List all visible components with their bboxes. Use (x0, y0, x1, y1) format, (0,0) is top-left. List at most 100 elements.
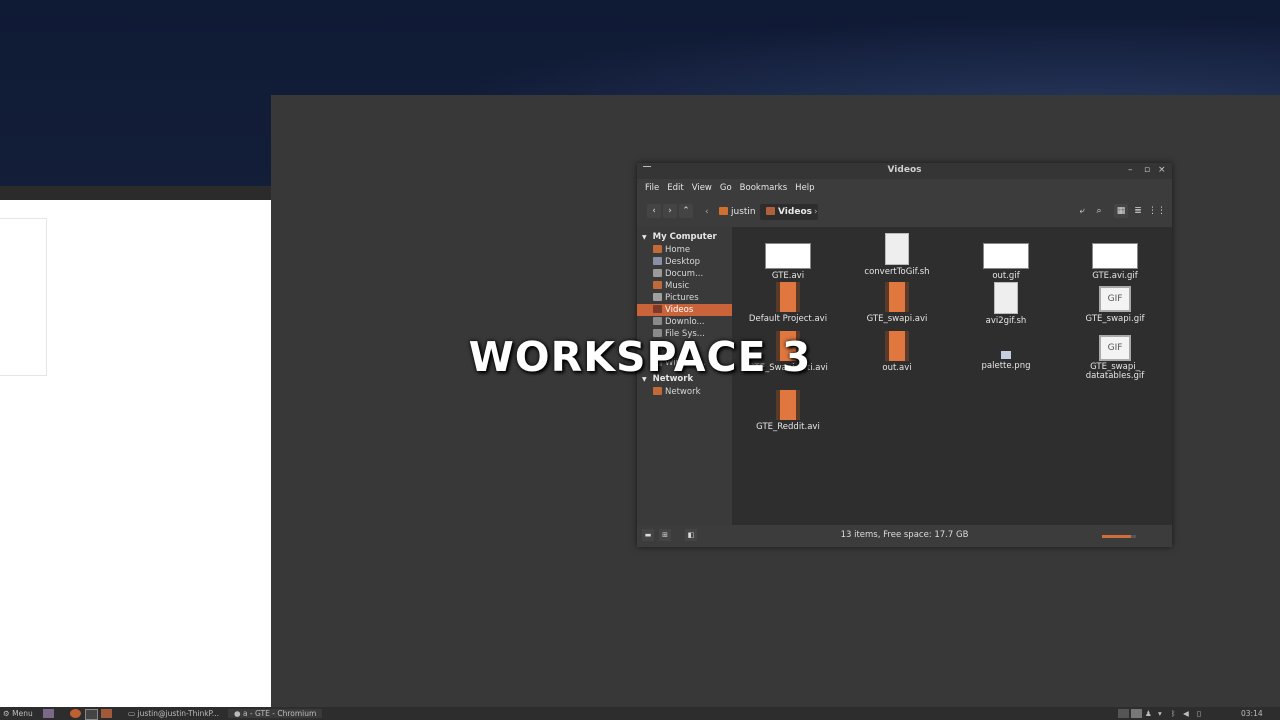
background-window-tab (271, 95, 441, 135)
network-status-icon[interactable]: ▾ (1158, 709, 1162, 718)
desktop-icon (653, 257, 662, 265)
compact-view-icon[interactable]: ⋮⋮ (1148, 204, 1166, 218)
file-name: GTE_Reddit.avi (756, 422, 820, 432)
file-name: avi2gif.sh (985, 316, 1027, 326)
taskbar-window-chromium[interactable]: ● a - GTE - Chromium (228, 709, 323, 718)
file-item[interactable]: GIF GTE_swapi.gif (1065, 282, 1165, 324)
file-item[interactable]: out.gif (956, 233, 1056, 281)
workspace-switcher-icon[interactable] (1131, 709, 1142, 718)
firefox-icon[interactable] (70, 709, 81, 718)
minimize-icon[interactable]: – (1128, 165, 1133, 175)
network-icon (653, 387, 662, 395)
file-item[interactable]: avi2gif.sh (956, 282, 1056, 326)
home-icon (653, 245, 662, 253)
window-titlebar[interactable]: Videos – ▫ × (637, 163, 1172, 179)
window-label: a - GTE - Chromium (242, 709, 317, 718)
sidebar-item-videos[interactable]: Videos (637, 304, 732, 316)
bluetooth-icon[interactable]: ᛒ (1171, 709, 1176, 718)
taskbar-window-terminal[interactable]: ▭ justin@justin-ThinkP... (128, 709, 219, 718)
documents-icon (653, 269, 662, 277)
video-file-icon (885, 282, 909, 312)
sidebar-section-label: My Computer (652, 232, 717, 242)
sidebar-item-home[interactable]: Home (637, 244, 732, 256)
menu-view[interactable]: View (688, 183, 716, 193)
videos-icon (653, 305, 662, 313)
sidebar-item-label: Network (665, 387, 701, 397)
close-icon[interactable]: × (1158, 165, 1166, 175)
sidebar-item-downloads[interactable]: Downlo... (637, 316, 732, 328)
maximize-icon[interactable]: ▫ (1144, 165, 1150, 175)
menu-label: Menu (12, 709, 33, 718)
workspace-switcher-icon[interactable] (1118, 709, 1129, 718)
file-item[interactable]: GTE.avi (738, 233, 838, 281)
file-name: convertToGif.sh (864, 267, 930, 277)
menu-file[interactable]: File (641, 183, 663, 193)
text-file-icon (994, 282, 1018, 314)
file-name: GTE.avi (771, 271, 805, 281)
file-item[interactable]: GTE_Reddit.avi (738, 390, 838, 432)
gif-thumbnail (1092, 243, 1138, 269)
sidebar-item-pictures[interactable]: Pictures (637, 292, 732, 304)
videos-folder-icon (766, 207, 775, 215)
zoom-slider[interactable] (1102, 535, 1136, 538)
sidebar-item-label: Videos (665, 305, 694, 315)
file-name: GTE_swapi.gif (1085, 314, 1145, 324)
terminal-icon[interactable] (85, 709, 98, 720)
workspace-overlay: WORKSPACE 3 (468, 333, 812, 381)
pictures-icon (653, 293, 662, 301)
sidebar-item-label: Home (665, 245, 691, 255)
search-icon[interactable]: ⌕ (1092, 204, 1106, 218)
sidebar-item-label: Downlo... (665, 317, 705, 327)
show-desktop-icon[interactable] (43, 709, 54, 718)
battery-icon[interactable]: ▯ (1197, 709, 1201, 718)
sidebar-item-documents[interactable]: Docum... (637, 268, 732, 280)
menu-go[interactable]: Go (716, 183, 736, 193)
menu-bookmarks[interactable]: Bookmarks (736, 183, 792, 193)
breadcrumb-videos[interactable]: Videos (760, 204, 818, 220)
toggle-location-icon[interactable]: ⤶ (1075, 204, 1089, 218)
status-bar: ▬ ⊞ ◧ 13 items, Free space: 17.7 GB (637, 525, 1172, 547)
sidebar-item-label: Docum... (665, 269, 704, 279)
file-name: GTE.avi.gif (1092, 271, 1138, 281)
list-view-icon[interactable]: ≣ (1131, 204, 1145, 218)
icon-view-icon[interactable]: ▦ (1114, 204, 1128, 218)
start-menu-button[interactable]: ⚙ Menu (3, 709, 33, 718)
up-button[interactable]: ⌃ (679, 204, 693, 218)
file-name: Default Project.avi (748, 314, 828, 324)
menu-edit[interactable]: Edit (663, 183, 687, 193)
sidebar-section-my-computer[interactable]: ▼ My Computer (637, 230, 732, 244)
home-folder-icon (719, 207, 728, 215)
files-icon[interactable] (101, 709, 112, 718)
zoom-slider-fill (1102, 535, 1131, 538)
forward-button[interactable]: › (663, 204, 677, 218)
sidebar-item-desktop[interactable]: Desktop (637, 256, 732, 268)
sidebar-item-label: Pictures (665, 293, 699, 303)
back-button[interactable]: ‹ (647, 204, 661, 218)
file-name: out.gif (992, 271, 1020, 281)
volume-icon[interactable]: ◀ (1183, 709, 1189, 718)
menu-help[interactable]: Help (791, 183, 818, 193)
breadcrumb-home[interactable]: justin (719, 204, 756, 220)
sidebar-item-label: Desktop (665, 257, 701, 267)
user-icon[interactable]: ♟ (1145, 709, 1152, 718)
breadcrumb-home-label: justin (731, 207, 756, 217)
breadcrumb-left-arrow[interactable]: ‹ (705, 204, 709, 220)
clock[interactable]: 03:14 (1241, 709, 1263, 718)
file-item[interactable]: GTE_swapi.avi (847, 282, 947, 324)
video-file-icon (776, 282, 800, 312)
file-item[interactable]: Default Project.avi (738, 282, 838, 324)
toolbar: ‹ › ⌃ ‹ justin Videos › ⤶ ⌕ ▦ ≣ ⋮⋮ (637, 197, 1172, 227)
sidebar-item-music[interactable]: Music (637, 280, 732, 292)
sidebar-item-network[interactable]: Network (637, 386, 732, 398)
window-title: Videos (887, 165, 922, 175)
sidebar-item-label: Music (665, 281, 690, 291)
breadcrumb-right-arrow[interactable]: › (814, 204, 818, 220)
file-item[interactable]: convertToGif.sh (847, 233, 947, 277)
file-item[interactable]: GTE.avi.gif (1065, 233, 1165, 281)
music-icon (653, 281, 662, 289)
collapse-triangle-icon[interactable]: ▼ (642, 234, 647, 241)
text-file-icon (885, 233, 909, 265)
downloads-icon (653, 317, 662, 325)
taskbar: ⚙ Menu ▭ justin@justin-ThinkP... ● a - G… (0, 707, 1280, 720)
file-name: GTE_swapi.avi (866, 314, 928, 324)
